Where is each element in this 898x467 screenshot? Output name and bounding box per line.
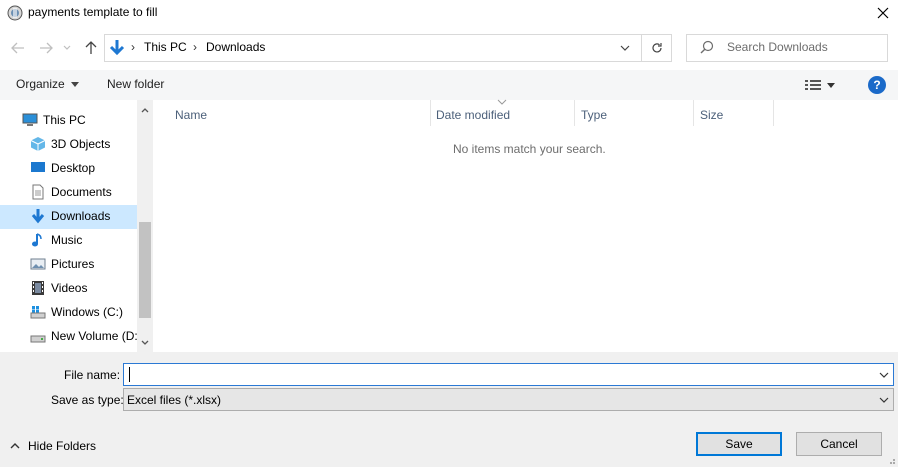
sidebar-item-label: Desktop [51,161,96,175]
arrow-right-icon [40,42,53,54]
column-divider[interactable] [773,100,774,126]
scroll-up-button[interactable] [137,102,153,118]
hide-folders-button[interactable]: Hide Folders [10,439,96,453]
file-name-dropdown-button[interactable] [876,367,892,383]
drive-d-icon [30,335,46,343]
sidebar-item-label: Videos [51,281,88,295]
downloads-icon [31,209,45,224]
refresh-button[interactable] [647,38,667,58]
file-name-input[interactable] [123,363,894,386]
save-as-type-select[interactable] [123,388,894,411]
save-as-type-dropdown-button[interactable] [876,392,892,408]
pictures-icon [30,258,46,270]
computer-icon [22,113,38,126]
search-icon [700,40,714,54]
column-divider[interactable] [574,100,575,126]
forward-button[interactable] [36,38,56,58]
back-button[interactable] [8,38,28,58]
details-view-icon [805,80,821,90]
sidebar-item-new-volume-d[interactable]: New Volume (D: [0,324,138,348]
organize-label: Organize [16,77,65,91]
sidebar-item-music[interactable]: Music [0,228,137,252]
sidebar-item-downloads[interactable]: Downloads [0,204,137,228]
change-view-button[interactable] [805,77,841,93]
save-as-type-label: Save as type: [51,393,124,407]
music-icon [32,233,42,247]
sidebar-item-videos[interactable]: Videos [0,276,137,300]
app-icon [7,5,23,21]
chevron-up-icon [10,443,20,449]
videos-icon [32,281,44,295]
empty-message: No items match your search. [453,142,606,156]
downloads-arrow-icon [109,40,125,56]
sidebar-item-label: Pictures [51,257,95,271]
text-cursor [129,367,130,382]
address-bar[interactable] [104,34,672,62]
window-title: payments template to fill [28,5,158,19]
column-header-type[interactable]: Type [581,104,607,126]
breadcrumb-separator: › [131,40,135,54]
organize-button[interactable]: Organize [16,77,79,91]
arrow-left-icon [11,42,24,54]
3d-objects-icon [30,137,46,151]
save-as-type-value: Excel files (*.xlsx) [127,393,222,407]
sidebar-item-windows-c[interactable]: Windows (C:) [0,300,137,324]
caret-down-icon [827,82,835,88]
help-button[interactable]: ? [868,76,886,94]
sidebar-item-label: New Volume (D: [51,329,138,343]
sidebar-scrollbar-thumb[interactable] [139,222,151,318]
column-divider[interactable] [430,100,431,126]
hide-folders-label: Hide Folders [28,439,97,453]
save-button[interactable]: Save [696,432,782,456]
address-dropdown-button[interactable] [615,38,635,58]
column-header-date-modified[interactable]: Date modified [436,104,510,126]
documents-icon [32,184,44,200]
resize-grip-icon[interactable] [884,455,896,465]
sidebar-item-label: 3D Objects [51,137,111,151]
chevron-down-icon [620,45,630,51]
sidebar-item-desktop[interactable]: Desktop [0,156,137,180]
breadcrumb-this-pc[interactable]: This PC [144,40,187,54]
search-placeholder: Search Downloads [727,40,828,54]
chevron-down-icon [63,45,71,50]
new-folder-button[interactable]: New folder [107,77,164,91]
arrow-up-icon [85,41,97,54]
column-header-size[interactable]: Size [700,104,723,126]
refresh-icon [652,43,662,53]
scroll-down-button[interactable] [137,334,153,350]
recent-locations-button[interactable] [60,38,74,58]
sidebar-item-label: Windows (C:) [51,305,124,319]
chevron-down-icon [141,340,149,345]
cancel-button[interactable]: Cancel [796,432,882,456]
sidebar-item-3d-objects[interactable]: 3D Objects [0,132,137,156]
breadcrumb-separator: › [193,40,197,54]
breadcrumb-downloads[interactable]: Downloads [206,40,265,54]
sidebar-item-pictures[interactable]: Pictures [0,252,137,276]
sidebar-item-label: This PC [43,113,86,127]
chevron-down-icon [879,397,889,403]
column-divider[interactable] [693,100,694,126]
sidebar-item-label: Documents [51,185,112,199]
file-name-label: File name: [64,368,121,382]
column-header-name[interactable]: Name [175,104,207,126]
chevron-up-icon [141,107,149,112]
close-icon [877,7,889,19]
up-button[interactable] [81,38,101,58]
sidebar-item-label: Music [51,233,83,247]
close-button[interactable] [868,0,898,26]
desktop-icon [31,162,45,172]
chevron-down-icon [879,372,889,378]
drive-c-icon [30,306,46,319]
sidebar-item-documents[interactable]: Documents [0,180,137,204]
caret-down-icon [70,81,79,87]
sidebar-item-this-pc[interactable]: This PC [0,108,137,132]
sidebar-item-label: Downloads [51,209,111,223]
divider [641,35,642,61]
